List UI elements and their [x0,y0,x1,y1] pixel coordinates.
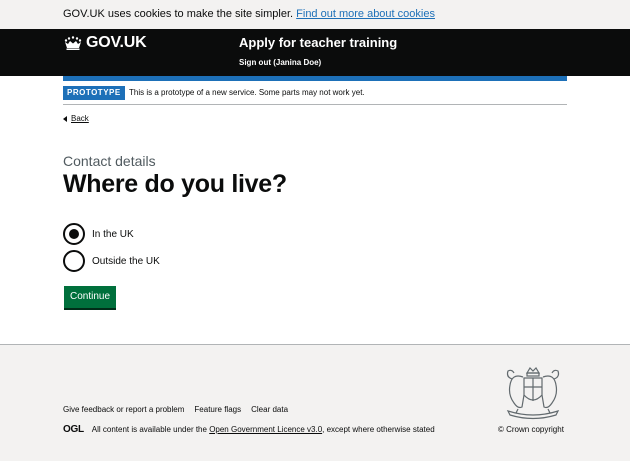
govuk-logo-link[interactable]: GOV.UK [63,34,147,52]
back-link[interactable]: Back [63,114,89,123]
royal-crest-icon [506,367,560,420]
cookie-text: GOV.UK uses cookies to make the site sim… [63,8,294,20]
radio-label-in-uk: In the UK [92,228,134,240]
footer-links: Give feedback or report a problem Featur… [63,405,288,414]
site-header: GOV.UK Apply for teacher training Sign o… [0,29,630,76]
radio-label-outside-uk: Outside the UK [92,255,160,267]
footer-link-feature-flags[interactable]: Feature flags [194,405,241,414]
crown-copyright-link[interactable]: © Crown copyright [498,425,564,434]
licence-link[interactable]: Open Government Licence v3.0 [209,425,322,434]
cookie-message: GOV.UK uses cookies to make the site sim… [63,8,435,20]
page-caption: Contact details [63,153,156,169]
licence-row: OGL All content is available under the O… [63,424,435,435]
phase-tag: PROTOTYPE [63,86,125,100]
sign-out-link[interactable]: Sign out (Janina Doe) [239,58,321,67]
licence-suffix: , except where otherwise stated [322,425,435,434]
ogl-logo: OGL [63,424,84,435]
site-footer: Give feedback or report a problem Featur… [0,344,630,461]
cookie-info-link[interactable]: Find out more about cookies [296,8,435,20]
footer-link-clear-data[interactable]: Clear data [251,405,288,414]
phase-text: This is a prototype of a new service. So… [129,88,365,97]
header-blue-bar [63,76,567,81]
back-arrow-icon [63,115,67,122]
radio-button-in-uk[interactable] [63,223,85,245]
radio-option-outside-uk[interactable]: Outside the UK [63,250,160,272]
continue-button[interactable]: Continue [64,286,116,308]
phase-banner: PROTOTYPE This is a prototype of a new s… [63,84,567,105]
page-title: Where do you live? [63,170,287,198]
crown-icon [64,36,82,50]
back-link-label: Back [71,114,89,123]
radio-option-in-uk[interactable]: In the UK [63,223,134,245]
logo-text: GOV.UK [86,34,147,51]
licence-prefix: All content is available under the [91,425,207,434]
cookie-banner: GOV.UK uses cookies to make the site sim… [0,0,630,29]
radio-button-outside-uk[interactable] [63,250,85,272]
service-name-link[interactable]: Apply for teacher training [239,35,397,50]
footer-link-feedback[interactable]: Give feedback or report a problem [63,405,184,414]
